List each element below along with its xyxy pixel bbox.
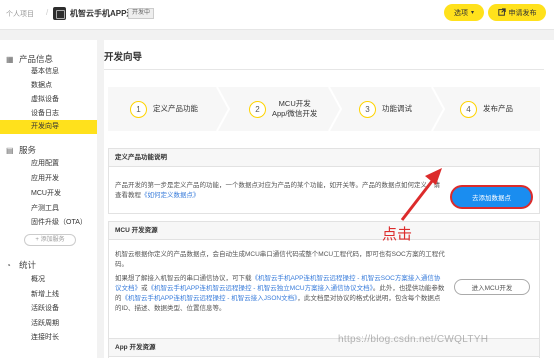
step-number: 4 bbox=[460, 100, 477, 118]
wizard-step-2[interactable]: 2 MCU开发 App/微信开发 bbox=[249, 87, 317, 131]
mcu-resources-panel: MCU 开发资源 机智云根据你定义的产品数据点，会自动生成MCU串口通信代码或整… bbox=[108, 221, 540, 349]
sidebar-item-connect-duration[interactable]: 连接时长 bbox=[0, 331, 97, 345]
publish-label: 申请发布 bbox=[508, 9, 537, 17]
wizard-step-1[interactable]: 1 定义产品功能 bbox=[130, 87, 198, 131]
enter-mcu-dev-button[interactable]: 进入MCU开发 bbox=[454, 279, 530, 295]
step-number: 3 bbox=[359, 100, 376, 118]
sidebar-item-active-period[interactable]: 活跃周期 bbox=[0, 317, 97, 331]
page-title: 开发向导 bbox=[104, 52, 143, 63]
options-button[interactable]: 选项 ▾ bbox=[444, 4, 484, 21]
chevron-down-icon: ▾ bbox=[470, 10, 474, 16]
product-info-icon: ▦ bbox=[6, 54, 14, 64]
sidebar-item-mcu-dev[interactable]: MCU开发 bbox=[0, 187, 97, 201]
define-product-panel: 定义产品功能说明 产品开发的第一步是定义产品的功能，一个数据点对应为产品的某个功… bbox=[108, 148, 540, 214]
stats-icon: ◔ bbox=[6, 260, 11, 270]
json-doc-link[interactable]: 《机智云手机APP连机智云远程操控 - 机智云接入JSON文档》 bbox=[122, 295, 298, 302]
annotation-label: 点击 bbox=[382, 225, 413, 243]
step-number: 2 bbox=[249, 100, 266, 118]
define-product-description: 产品开发的第一步是定义产品的功能，一个数据点对应为产品的某个功能，如开关等。产品… bbox=[115, 181, 445, 201]
step-label: MCU开发 App/微信开发 bbox=[272, 99, 318, 118]
watermark: https://blog.csdn.net/CWQLTYH bbox=[338, 334, 489, 345]
sidebar-group-product-info: ▦ 产品信息 bbox=[6, 53, 53, 65]
sidebar-item-virtual-device[interactable]: 虚拟设备 bbox=[0, 93, 97, 107]
sidebar-item-device-log[interactable]: 设备日志 bbox=[0, 107, 97, 121]
sidebar-item-dev-wizard[interactable]: 开发向导 bbox=[0, 120, 97, 134]
sidebar-item-active-devices[interactable]: 活跃设备 bbox=[0, 302, 97, 316]
top-bar: 个人项目 / 机智云手机APP连机... 开发中 选项 ▾ 申请发布 bbox=[0, 0, 554, 30]
divider bbox=[104, 69, 544, 70]
sidebar-item-app-config[interactable]: 应用配置 bbox=[0, 157, 97, 171]
step-arrow-icon bbox=[216, 87, 230, 131]
panel-heading: MCU 开发资源 bbox=[109, 222, 539, 240]
main-content: 开发向导 1 定义产品功能 2 MCU开发 App/微信开发 3 功能调试 4 … bbox=[104, 40, 554, 358]
status-badge: 开发中 bbox=[128, 8, 155, 19]
mcu-protocol-doc-link[interactable]: 《机智云手机APP连机智云远程操控 - 机智云独立MCU方案接入通信协议文档》 bbox=[148, 285, 373, 292]
publish-button[interactable]: 申请发布 bbox=[488, 4, 546, 21]
sidebar: ▦ 产品信息 基本信息 数据点 虚拟设备 设备日志 开发向导 ▤ 服务 应用配置… bbox=[0, 40, 97, 358]
sidebar-group-label: 产品信息 bbox=[19, 54, 54, 64]
step-label: 功能调试 bbox=[382, 104, 412, 113]
mcu-protocol-description: 如果想了解接入机智云的串口通信协议，可下载《机智云手机APP连机智云远程操控 -… bbox=[115, 274, 445, 314]
options-label: 选项 bbox=[453, 9, 468, 17]
panel-heading: 定义产品功能说明 bbox=[109, 149, 539, 167]
sidebar-group-service: ▤ 服务 bbox=[6, 144, 36, 156]
breadcrumb-home[interactable]: 个人项目 bbox=[6, 9, 34, 19]
step-number: 1 bbox=[130, 100, 147, 118]
sidebar-item-basic-info[interactable]: 基本信息 bbox=[0, 65, 97, 79]
sidebar-item-ota[interactable]: 固件升级（OTA） bbox=[0, 216, 97, 230]
add-data-point-button[interactable]: 去添加数据点 bbox=[452, 187, 531, 207]
step-arrow-icon bbox=[431, 87, 445, 131]
description-text: 如果想了解接入机智云的串口通信协议，可下载 bbox=[115, 275, 252, 282]
wizard-step-4[interactable]: 4 发布产品 bbox=[460, 87, 513, 131]
sidebar-group-label: 服务 bbox=[19, 145, 37, 155]
sidebar-item-data-points[interactable]: 数据点 bbox=[0, 79, 97, 93]
sidebar-item-app-dev[interactable]: 应用开发 bbox=[0, 172, 97, 186]
data-point-tutorial-link[interactable]: 《如何定义数据点》 bbox=[141, 192, 200, 199]
mcu-description: 机智云根据你定义的产品数据点，会自动生成MCU串口通信代码或整个MCU工程代码，… bbox=[115, 251, 445, 268]
wizard-steps: 1 定义产品功能 2 MCU开发 App/微信开发 3 功能调试 4 发布产品 bbox=[108, 87, 540, 131]
sidebar-item-new-online[interactable]: 新增上线 bbox=[0, 288, 97, 302]
app-logo-icon bbox=[53, 7, 66, 20]
add-service-button[interactable]: + 添加服务 bbox=[24, 234, 76, 246]
breadcrumb-separator: / bbox=[46, 8, 49, 17]
sidebar-group-stats: ◔ 统计 bbox=[6, 259, 36, 271]
step-arrow-icon bbox=[328, 87, 342, 131]
wizard-step-3[interactable]: 3 功能调试 bbox=[359, 87, 412, 131]
external-link-icon bbox=[497, 7, 506, 18]
step-label: 发布产品 bbox=[483, 104, 513, 113]
sidebar-group-label: 统计 bbox=[19, 260, 37, 270]
sidebar-item-overview[interactable]: 概况 bbox=[0, 273, 97, 287]
sidebar-item-test-tool[interactable]: 产测工具 bbox=[0, 202, 97, 216]
service-icon: ▤ bbox=[6, 145, 14, 155]
step-label: 定义产品功能 bbox=[153, 104, 198, 113]
